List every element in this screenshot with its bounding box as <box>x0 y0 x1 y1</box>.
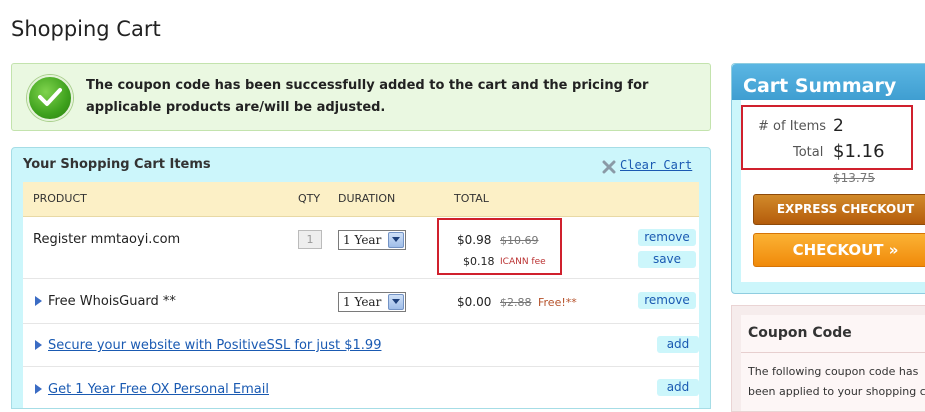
summary-highlight <box>741 105 913 170</box>
save-button[interactable]: save <box>638 251 696 268</box>
coupon-divider <box>741 352 925 353</box>
coupon-inner: Coupon Code The following coupon code ha… <box>741 315 925 411</box>
summary-title: Cart Summary <box>743 75 897 97</box>
cart-table: PRODUCT QTY DURATION TOTAL Register mmta… <box>23 182 699 408</box>
checkmark-icon <box>27 75 73 121</box>
old-total: $13.75 <box>833 171 875 185</box>
add-button[interactable]: add <box>657 336 699 353</box>
row-old-price: $2.88 <box>500 296 532 309</box>
coupon-panel: Coupon Code The following coupon code ha… <box>731 305 925 412</box>
duration-select[interactable]: 1 Year <box>338 292 406 312</box>
remove-button[interactable]: remove <box>638 229 696 246</box>
product-name: Free WhoisGuard ** <box>48 294 176 309</box>
clear-cart-link[interactable]: Clear Cart <box>620 158 692 172</box>
banner-message: The coupon code has been successfully ad… <box>86 78 649 115</box>
upsell-link[interactable]: Secure your website with PositiveSSL for… <box>48 338 381 353</box>
duration-value: 1 Year <box>343 295 382 309</box>
coupon-text-line: The following coupon code has <box>748 365 919 378</box>
row-divider <box>23 366 699 367</box>
chevron-down-icon <box>388 232 404 248</box>
coupon-text-line: been applied to your shopping ca <box>748 385 925 398</box>
free-label: Free!** <box>538 296 577 309</box>
row-price: $0.00 <box>457 295 492 309</box>
col-qty: QTY <box>298 192 321 205</box>
summary-header: Cart Summary <box>732 64 925 100</box>
col-total: TOTAL <box>454 192 489 205</box>
duration-select[interactable]: 1 Year <box>338 230 406 250</box>
express-checkout-button[interactable]: EXPRESS CHECKOUT <box>753 194 925 225</box>
cart-panel: Your Shopping Cart Items Clear Cart PROD… <box>11 147 711 409</box>
price-highlight <box>437 218 562 275</box>
success-banner: The coupon code has been successfully ad… <box>11 63 711 131</box>
remove-button[interactable]: remove <box>638 292 696 309</box>
upsell-link[interactable]: Get 1 Year Free OX Personal Email <box>48 382 269 397</box>
product-name: Register mmtaoyi.com <box>33 232 181 247</box>
table-header: PRODUCT QTY DURATION TOTAL <box>23 182 699 217</box>
clear-cart-icon[interactable] <box>602 159 616 174</box>
page-title: Shopping Cart <box>11 17 161 41</box>
coupon-text: The following coupon code has been appli… <box>748 362 925 402</box>
chevron-down-icon <box>388 294 404 310</box>
qty-input[interactable]: 1 <box>298 230 322 249</box>
col-duration: DURATION <box>338 192 396 205</box>
cart-title: Your Shopping Cart Items <box>23 157 211 172</box>
checkout-button[interactable]: CHECKOUT » <box>753 233 925 267</box>
expand-arrow-icon[interactable] <box>35 384 42 394</box>
duration-value: 1 Year <box>343 233 382 247</box>
coupon-title: Coupon Code <box>748 325 852 341</box>
col-product: PRODUCT <box>33 192 87 205</box>
row-divider <box>23 323 699 324</box>
add-button[interactable]: add <box>657 379 699 396</box>
expand-arrow-icon[interactable] <box>35 296 42 306</box>
row-divider <box>23 278 699 279</box>
expand-arrow-icon[interactable] <box>35 340 42 350</box>
